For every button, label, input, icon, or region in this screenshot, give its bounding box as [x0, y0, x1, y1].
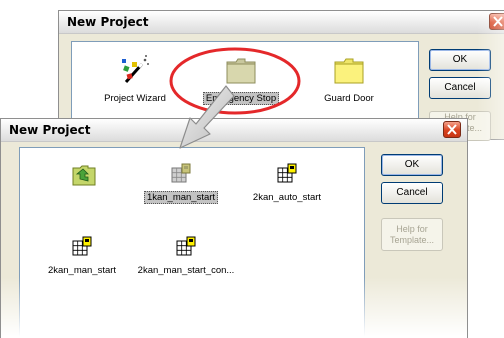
back-item-label: Guard Door — [324, 93, 374, 104]
help-line-2: Template... — [389, 235, 435, 245]
close-icon — [447, 124, 457, 135]
transition-arrow — [179, 85, 235, 149]
template-icon — [72, 236, 92, 256]
front-close-button[interactable] — [443, 121, 461, 138]
front-item-1kan-man-start[interactable]: 1kan_man_start — [126, 163, 236, 204]
front-help-template-button[interactable]: Help for Template... — [381, 218, 443, 251]
close-icon — [493, 16, 503, 27]
back-item-label: Project Wizard — [104, 93, 166, 104]
template-icon — [277, 163, 297, 183]
wizard-wand-icon — [122, 55, 149, 83]
front-ok-button[interactable]: OK — [381, 154, 443, 176]
folder-up-icon — [72, 165, 96, 186]
screenshot-canvas: New Project Project Wizard Emergency Sto… — [0, 0, 504, 338]
front-item-2kan-man-start[interactable]: 2kan_man_start — [27, 236, 137, 277]
template-icon — [176, 236, 196, 256]
back-cancel-button[interactable]: Cancel — [429, 77, 491, 99]
back-dialog-title: New Project — [67, 15, 149, 29]
back-item-guard-door[interactable]: Guard Door — [294, 54, 404, 105]
template-icon — [171, 163, 191, 183]
front-item-label: 2kan_auto_start — [252, 192, 322, 203]
front-item-up-folder[interactable] — [29, 163, 139, 206]
front-item-label: 2kan_man_start_con... — [137, 265, 235, 276]
front-item-label: 1kan_man_start — [143, 191, 219, 204]
help-line-1: Help for — [396, 224, 428, 234]
front-cancel-button[interactable]: Cancel — [381, 182, 443, 204]
back-ok-button[interactable]: OK — [429, 49, 491, 71]
back-titlebar: New Project — [59, 11, 504, 34]
front-dialog-title: New Project — [9, 123, 91, 137]
folder-icon — [334, 58, 364, 84]
back-close-button[interactable] — [489, 13, 504, 30]
front-item-2kan-auto-start[interactable]: 2kan_auto_start — [232, 163, 342, 204]
front-item-label — [82, 200, 86, 202]
front-templates-pane: 1kan_man_start 2kan_auto_start 2kan_man_… — [19, 147, 365, 338]
front-item-2kan-man-start-con[interactable]: 2kan_man_start_con... — [126, 236, 246, 277]
front-item-label: 2kan_man_start — [47, 265, 117, 276]
